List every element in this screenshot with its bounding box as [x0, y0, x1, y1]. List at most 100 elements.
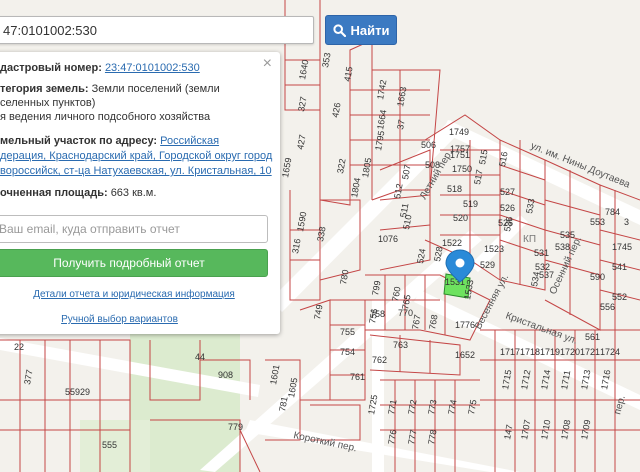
plot-number: 519	[463, 199, 478, 209]
plot-number: 1711	[559, 370, 572, 391]
street-label: Весенняя ул.	[473, 273, 511, 332]
plot-number: 768	[427, 314, 439, 331]
plot-number: 784	[605, 207, 620, 217]
plot-number: 1709	[579, 419, 592, 440]
cadastral-row: дастровый номер: 23:47:0101002:530	[0, 61, 282, 75]
plot-number: 533	[524, 198, 536, 215]
plot-number: 1804	[349, 177, 362, 198]
plot-number: 772	[406, 399, 418, 416]
search-icon	[332, 23, 346, 37]
plot-number: 1076	[378, 234, 398, 244]
plot-number: 1640	[297, 59, 310, 80]
plot-number: 1707	[519, 419, 532, 440]
plot-number: 780	[338, 269, 350, 286]
report-details-link[interactable]: Детали отчета и юридическая информация	[33, 289, 235, 300]
cadastral-number-link[interactable]: 23:47:0101002:530	[105, 62, 200, 74]
plot-number: 541	[612, 262, 627, 272]
address-link[interactable]: дерация, Краснодарский край, Городской о…	[0, 150, 272, 162]
plot-number: 908	[218, 370, 233, 380]
plot-number: 774	[446, 399, 458, 416]
plot-number: 147	[502, 424, 514, 441]
email-field[interactable]: Ваш email, куда отправить отчет	[0, 215, 268, 243]
plot-number: 517	[472, 169, 484, 186]
kit-label: КП	[523, 234, 537, 245]
plot-number: 1749	[449, 127, 469, 137]
plot-number: 799	[370, 280, 382, 297]
plot-number: 377	[22, 369, 34, 386]
address-line: вороссийск, ст-ца Натухаевская, ул. Крис…	[0, 164, 282, 178]
plot-number: 763	[393, 340, 408, 350]
plot-number: 322	[335, 158, 347, 175]
category-value-line: селенных пунктов)	[0, 97, 96, 109]
plot-number: 767	[410, 314, 422, 331]
parcel-info-card: × дастровый номер: 23:47:0101002:530 тег…	[0, 52, 280, 334]
plot-number: 777	[406, 429, 418, 446]
search-button[interactable]: Найти	[325, 15, 397, 45]
plot-number: 1776	[455, 320, 475, 330]
plot-number: 1750	[452, 164, 472, 174]
plot-number: 555	[102, 440, 117, 450]
plot-number: 427	[295, 134, 307, 151]
plot-number: 1745	[612, 242, 632, 252]
plot-number: 520	[453, 213, 468, 223]
plot-number: 515	[477, 149, 489, 166]
plot-number: 44	[195, 352, 205, 362]
plot-number: 773	[426, 399, 438, 416]
plot-number: 537	[539, 270, 554, 280]
plot-number: 770	[398, 308, 413, 318]
street-label: Короткий пер.	[292, 430, 357, 454]
plot-number: 29	[80, 387, 90, 397]
plot-number: 590	[590, 272, 605, 282]
address-link[interactable]: вороссийск, ст-ца Натухаевская, ул. Крис…	[0, 165, 272, 177]
plot-number: 1601	[268, 364, 281, 385]
plot-number: 779	[228, 422, 243, 432]
plot-number: 762	[372, 355, 387, 365]
plot-number: 1715	[500, 369, 513, 390]
plot-number: 1710	[539, 419, 552, 440]
plot-number: 518	[447, 184, 462, 194]
plot-number: 781	[277, 396, 289, 413]
address-link[interactable]: Российская	[160, 135, 219, 147]
plot-number: 775	[466, 399, 478, 416]
search-input[interactable]	[0, 16, 314, 44]
plot-number: 338	[315, 226, 327, 243]
plot-number: 1590	[295, 211, 308, 232]
category-value: Земли поселений (земли	[91, 83, 220, 95]
plot-number: 526	[500, 203, 515, 213]
plot-number: 755	[340, 327, 355, 337]
plot-number: 516	[497, 151, 509, 168]
plot-number: 1522	[442, 238, 462, 248]
plot-number: 1795	[373, 130, 386, 151]
area-row: очненная площадь: 663 кв.м.	[0, 186, 282, 200]
get-report-button[interactable]: Получить подробный отчет	[0, 249, 268, 277]
plot-number: 426	[330, 102, 342, 119]
search-button-label: Найти	[350, 22, 390, 38]
plot-number: 506	[421, 140, 436, 150]
plot-number: 1717	[500, 347, 520, 357]
plot-number: 1712	[519, 369, 532, 390]
area-value: 663 кв.м.	[110, 187, 157, 199]
plot-number: 527	[500, 187, 515, 197]
plot-number: 553	[590, 217, 605, 227]
plot-number: 1724	[600, 347, 620, 357]
address-line: дерация, Краснодарский край, Городской о…	[0, 149, 282, 163]
plot-number: 1523	[484, 244, 504, 254]
plot-number: 1718	[520, 347, 540, 357]
plot-number: 1664	[375, 109, 388, 130]
plot-number: 758	[370, 309, 385, 319]
plot-number: 556	[600, 302, 615, 312]
plot-number: 37	[395, 119, 407, 131]
manual-selection-link[interactable]: Ручной выбор вариантов	[61, 314, 178, 325]
plot-number: 1721	[580, 347, 600, 357]
plot-number: 761	[350, 372, 365, 382]
plot-number: 316	[290, 238, 302, 255]
plot-number: 561	[585, 332, 600, 342]
cadastral-label: дастровый номер:	[0, 62, 102, 74]
plot-number: 778	[426, 429, 438, 446]
category-value-line: я ведения личного подсобного хозяйства	[0, 111, 211, 123]
plot-number: 353	[320, 52, 332, 69]
address-label: мельный участок по адресу:	[0, 135, 158, 147]
plot-number: 1720	[560, 347, 580, 357]
plot-number: 22	[14, 342, 24, 352]
category-row: тегория земель: Земли поселений (земли	[0, 82, 282, 96]
